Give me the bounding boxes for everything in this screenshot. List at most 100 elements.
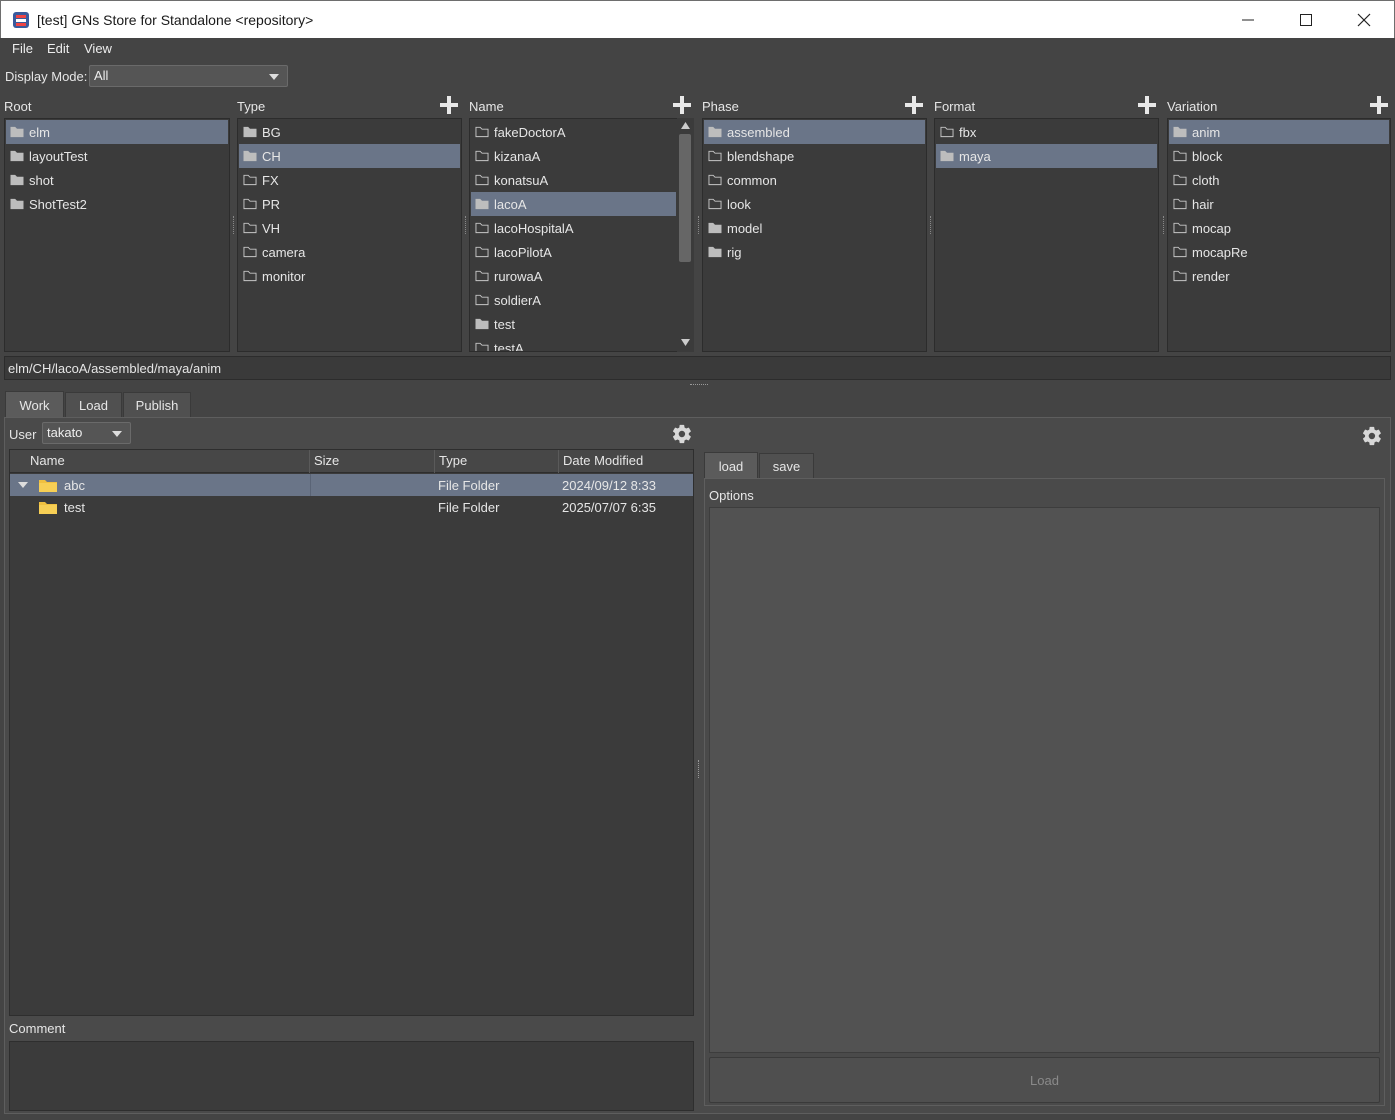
list-item[interactable]: cloth [1169,168,1389,192]
list-item[interactable]: BG [239,120,460,144]
tab-load[interactable]: Load [65,392,122,418]
menu-file[interactable]: File [12,41,33,56]
variation-list[interactable]: anim block cloth hair mocap mocapRe render [1167,118,1391,352]
minimize-button[interactable] [1219,1,1277,39]
app-icon [13,12,29,28]
list-item[interactable]: maya [936,144,1157,168]
list-item[interactable]: blendshape [704,144,925,168]
file-name: test [64,500,85,515]
list-item[interactable]: soldierA [471,288,676,312]
add-name-button[interactable] [672,95,692,115]
table-row[interactable]: abc File Folder 2024/09/12 8:33 [10,474,693,496]
list-item[interactable]: assembled [704,120,925,144]
tab-publish[interactable]: Publish [123,392,191,418]
display-mode-combo[interactable]: All [89,65,288,87]
column-header-phase: Phase [702,96,928,117]
type-list[interactable]: BG CH FX PR VH camera monitor [237,118,462,352]
user-combo[interactable]: takato [42,422,131,444]
list-item[interactable]: VH [239,216,460,240]
format-list[interactable]: fbx maya [934,118,1159,352]
column-splitter[interactable] [233,216,235,234]
name-list[interactable]: fakeDoctorA kizanaA konatsuA lacoA lacoHospi… [469,118,678,352]
expand-arrow-icon[interactable] [18,482,28,488]
tab-work[interactable]: Work [5,391,64,418]
add-type-button[interactable] [439,95,459,115]
menu-edit[interactable]: Edit [47,41,69,56]
scroll-down-icon[interactable] [680,338,691,347]
list-item[interactable]: fbx [936,120,1157,144]
list-item-label: lacoHospitalA [494,221,574,236]
path-bar[interactable]: elm/CH/lacoA/assembled/maya/anim [4,356,1391,380]
list-item[interactable]: konatsuA [471,168,676,192]
list-item[interactable]: rig [704,240,925,264]
folder-icon [475,342,489,351]
list-item[interactable]: shot [6,168,228,192]
scrollbar-thumb[interactable] [679,134,691,262]
load-button[interactable]: Load [709,1057,1380,1103]
column-splitter[interactable] [1163,216,1165,234]
column-title-type: Type [237,99,266,114]
list-item[interactable]: elm [6,120,228,144]
column-size-header[interactable]: Size [310,450,435,473]
list-item[interactable]: common [704,168,925,192]
column-splitter[interactable] [930,216,932,234]
column-date-header[interactable]: Date Modified [559,450,693,473]
list-item[interactable]: fakeDoctorA [471,120,676,144]
column-type-header[interactable]: Type [435,450,559,473]
close-button[interactable] [1335,1,1393,39]
folder-icon [10,150,24,162]
column-header-type: Type [237,96,463,117]
list-item[interactable]: lacoA [471,192,676,216]
table-row[interactable]: test File Folder 2025/07/07 6:35 [10,496,693,518]
gear-icon[interactable] [671,423,693,445]
column-title-root: Root [4,99,32,114]
list-item[interactable]: hair [1169,192,1389,216]
list-item[interactable]: lacoHospitalA [471,216,676,240]
folder-icon [940,126,954,138]
vertical-splitter[interactable] [698,760,700,778]
menu-view[interactable]: View [84,41,112,56]
list-item[interactable]: mocapRe [1169,240,1389,264]
list-item[interactable]: camera [239,240,460,264]
add-variation-button[interactable] [1369,95,1389,115]
list-item[interactable]: FX [239,168,460,192]
list-item[interactable]: ShotTest2 [6,192,228,216]
tab-save-options[interactable]: save [759,453,814,479]
list-item[interactable]: test [471,312,676,336]
list-item[interactable]: kizanaA [471,144,676,168]
name-list-scrollbar[interactable] [677,118,694,352]
list-item[interactable]: block [1169,144,1389,168]
list-item[interactable]: render [1169,264,1389,288]
gear-icon[interactable] [1361,425,1383,447]
phase-list[interactable]: assembled blendshape common look model rig [702,118,927,352]
list-item-label: ShotTest2 [29,197,87,212]
list-item[interactable]: anim [1169,120,1389,144]
horizontal-splitter[interactable] [690,384,708,387]
list-item[interactable]: layoutTest [6,144,228,168]
tab-load-options[interactable]: load [704,452,758,479]
list-item[interactable]: testA [471,336,676,351]
maximize-button[interactable] [1277,1,1335,39]
add-format-button[interactable] [1137,95,1157,115]
comment-field[interactable] [9,1041,694,1111]
list-item[interactable]: rurowaA [471,264,676,288]
file-tree[interactable]: Name Size Type Date Modified abc File Fo… [9,449,694,1016]
list-item[interactable]: mocap [1169,216,1389,240]
column-splitter[interactable] [465,216,467,234]
list-item[interactable]: lacoPilotA [471,240,676,264]
root-list[interactable]: elm layoutTest shot ShotTest2 [4,118,230,352]
list-item[interactable]: monitor [239,264,460,288]
add-phase-button[interactable] [904,95,924,115]
column-splitter[interactable] [698,216,700,234]
list-item[interactable]: CH [239,144,460,168]
list-item-label: lacoPilotA [494,245,552,260]
scroll-up-icon[interactable] [680,121,691,130]
list-item-label: camera [262,245,306,260]
list-item[interactable]: model [704,216,925,240]
list-item-label: shot [29,173,54,188]
column-name-header[interactable]: Name [10,450,310,473]
close-icon [1357,13,1371,27]
list-item[interactable]: PR [239,192,460,216]
user-label: User [9,427,37,442]
list-item[interactable]: look [704,192,925,216]
